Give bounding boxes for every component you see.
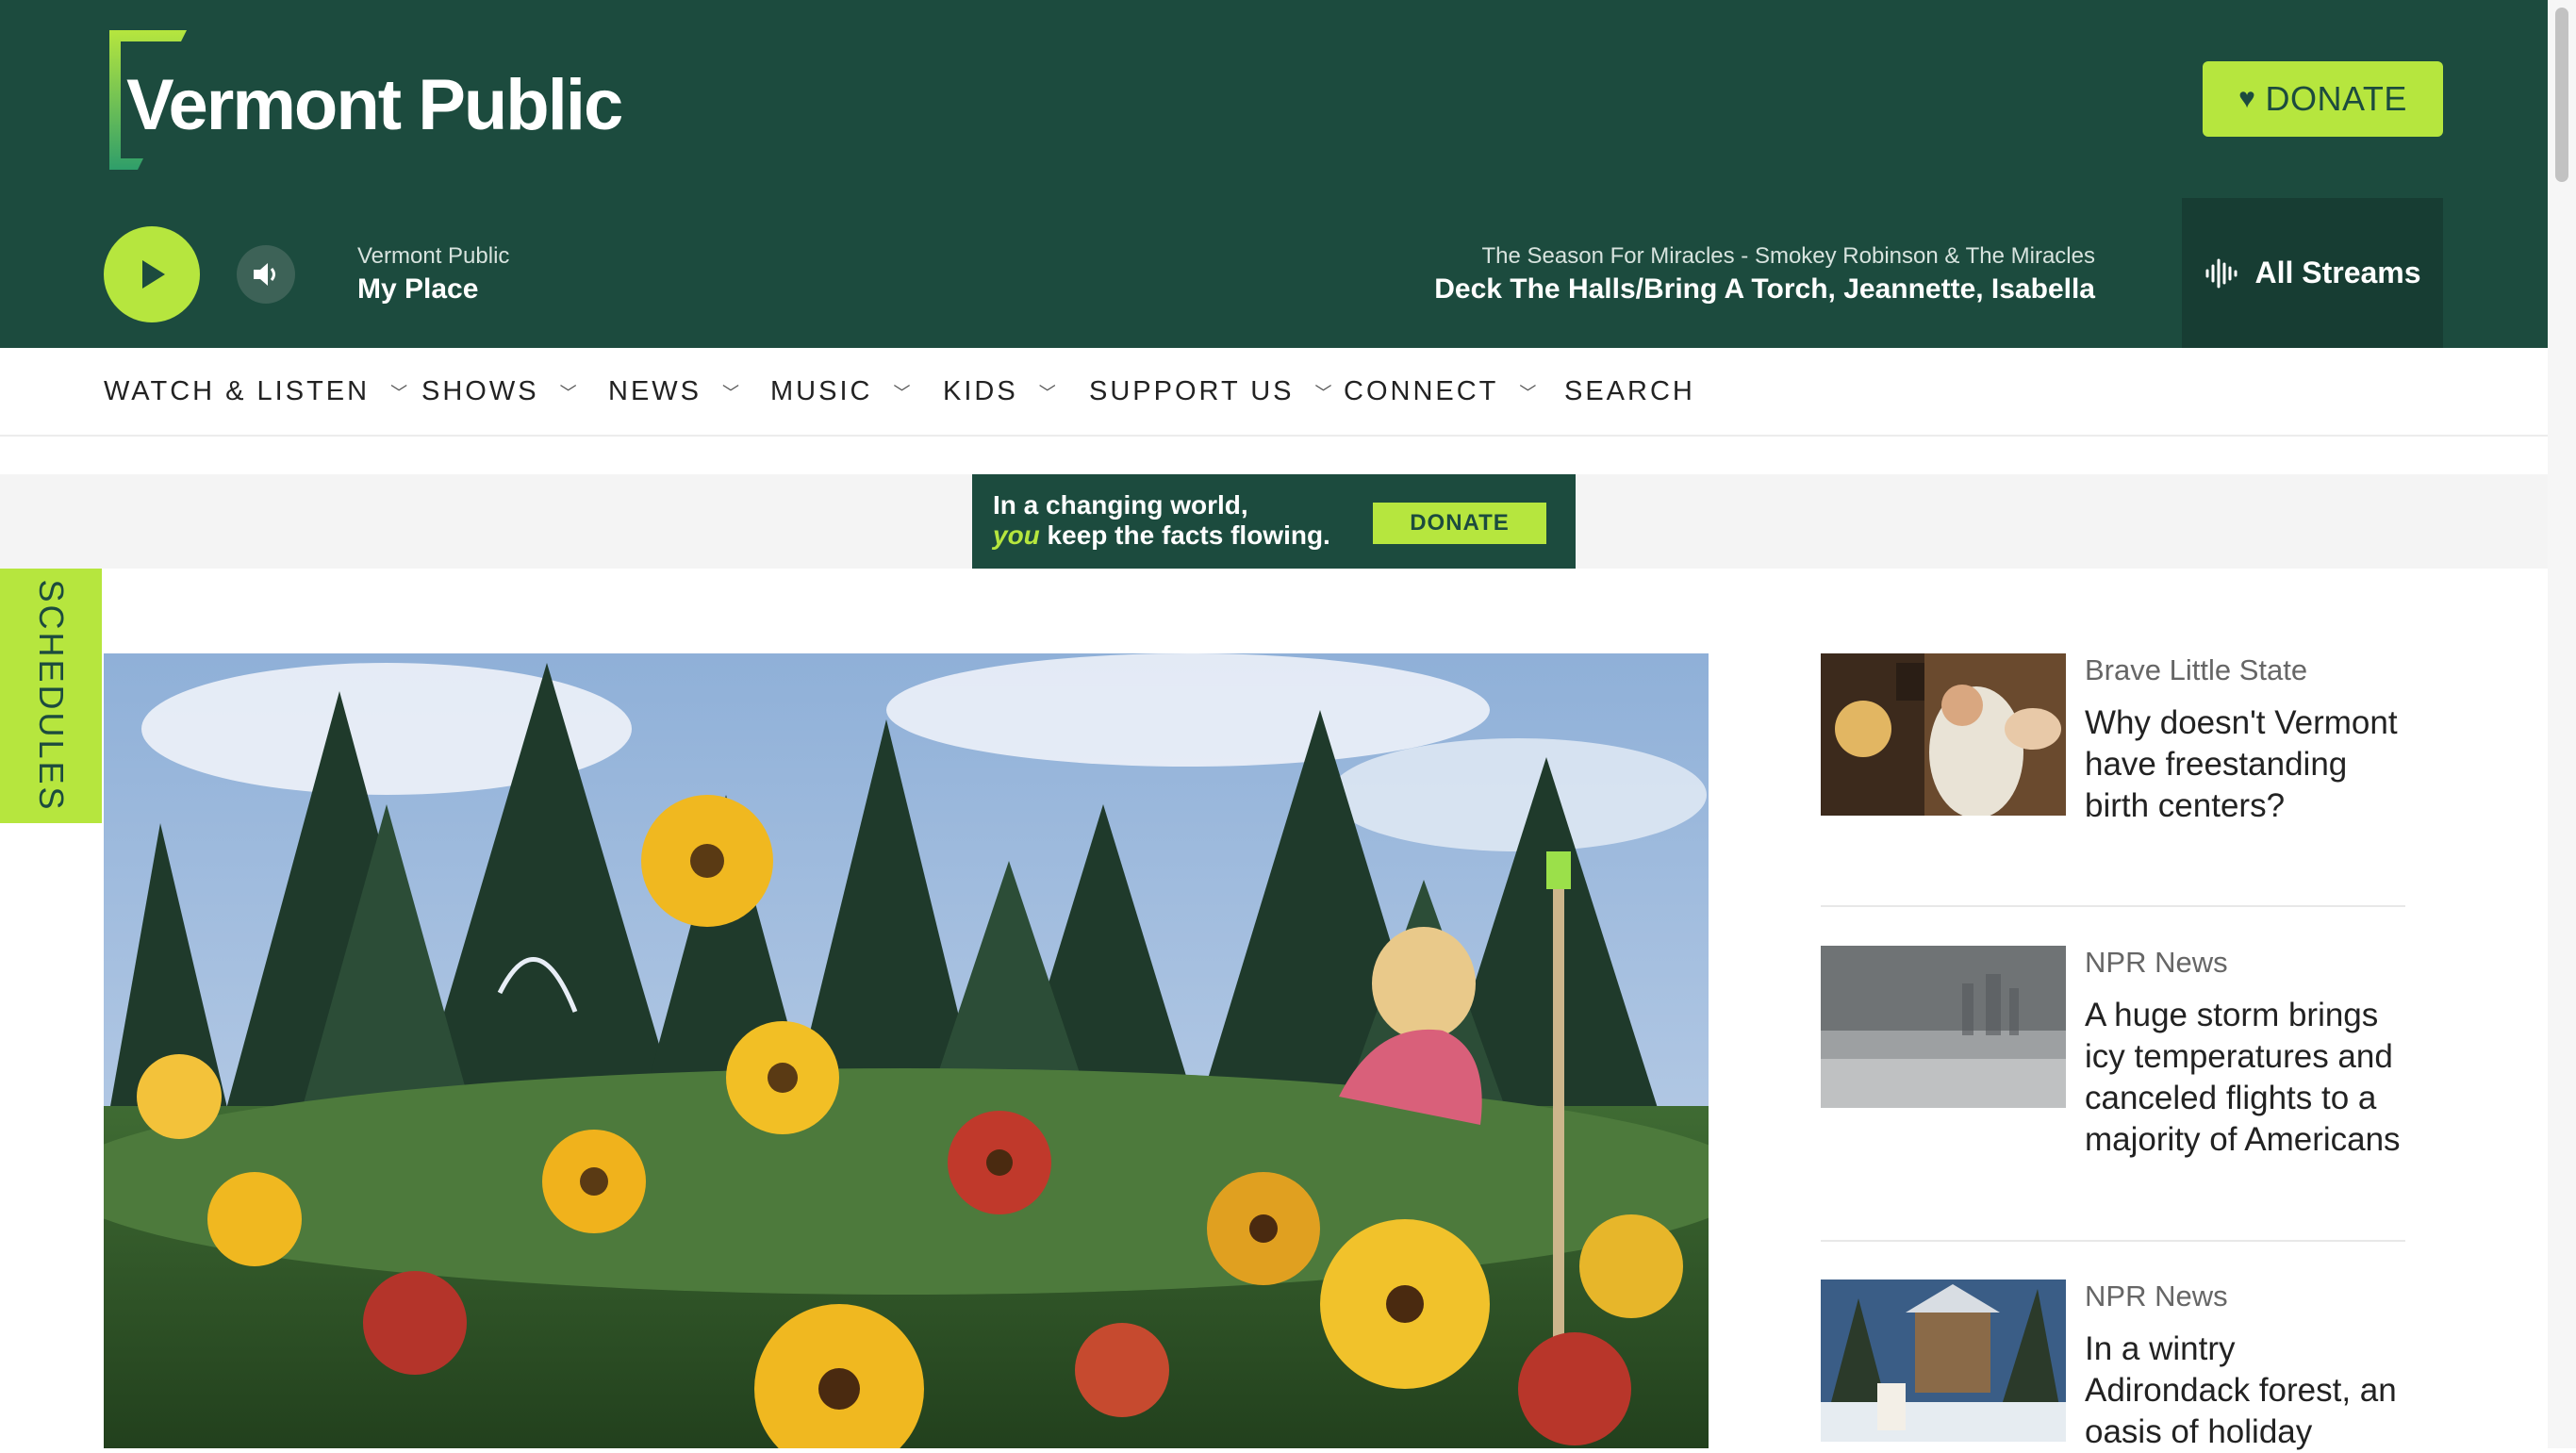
chevron-down-icon: ﹀: [893, 383, 911, 403]
flower-garden-photo: [104, 653, 1709, 1448]
all-streams-label: All Streams: [2254, 256, 2421, 289]
main-nav: WATCH & LISTEN ﹀ SHOWS ﹀ NEWS ﹀ MUSIC ﹀ …: [0, 348, 2548, 437]
nav-support-us[interactable]: SUPPORT US ﹀: [1089, 376, 1331, 407]
chevron-down-icon: ﹀: [1314, 383, 1332, 403]
scrollbar-thumb[interactable]: [2555, 8, 2568, 182]
story-tag[interactable]: NPR News: [2085, 1280, 2228, 1313]
audio-wave-icon: [2205, 258, 2237, 288]
story-tag[interactable]: Brave Little State: [2085, 653, 2307, 687]
nav-connect[interactable]: CONNECT ﹀: [1344, 376, 1536, 407]
adirondack-forest-photo: [1821, 1280, 2066, 1442]
nav-item-label: NEWS: [608, 376, 702, 406]
logo-wordmark: Vermont Public: [126, 65, 623, 145]
play-icon: [142, 260, 165, 289]
vermont-public-logo[interactable]: Vermont Public: [104, 26, 623, 173]
donate-button[interactable]: ♥ DONATE: [2203, 61, 2443, 137]
schedules-label: SCHEDULES: [32, 579, 71, 813]
speaker-icon: [254, 263, 275, 286]
nav-kids[interactable]: KIDS ﹀: [943, 376, 1056, 407]
all-streams-button[interactable]: All Streams: [2182, 198, 2443, 348]
now-playing-title: Deck The Halls/Bring A Torch, Jeannette,…: [1434, 273, 2095, 305]
chevron-down-icon: ﹀: [722, 383, 739, 403]
chevron-down-icon: ﹀: [1519, 383, 1537, 403]
story-headline[interactable]: A huge storm brings icy temperatures and…: [2085, 995, 2405, 1161]
site-header: Vermont Public ♥ DONATE Vermont Public M…: [0, 0, 2548, 348]
story-headline[interactable]: In a wintry Adirondack forest, an oasis …: [2085, 1329, 2405, 1453]
promo-line-2: you keep the facts flowing.: [993, 520, 1330, 551]
schedules-tab[interactable]: SCHEDULES: [0, 569, 102, 823]
donate-promo-banner[interactable]: In a changing world, you keep the facts …: [972, 474, 1576, 569]
chevron-down-icon: ﹀: [559, 383, 577, 403]
story-thumbnail[interactable]: [1821, 946, 2066, 1108]
storm-photo: [1821, 946, 2066, 1108]
now-playing-info: The Season For Miracles - Smokey Robinso…: [1481, 243, 2095, 269]
nav-news[interactable]: NEWS ﹀: [608, 376, 739, 407]
nav-search[interactable]: SEARCH: [1564, 376, 1695, 407]
nav-item-label: CONNECT: [1344, 376, 1499, 406]
promo-line-1: In a changing world,: [993, 490, 1248, 520]
promo-line-2-rest: keep the facts flowing.: [1039, 520, 1330, 550]
nav-item-label: SHOWS: [421, 376, 539, 406]
station-name: Vermont Public: [357, 243, 510, 269]
program-title: My Place: [357, 273, 479, 305]
story-card[interactable]: Brave Little State Why doesn't Vermont h…: [1821, 653, 2405, 880]
chevron-down-icon: ﹀: [390, 383, 408, 403]
page-scrollbar[interactable]: [2548, 0, 2576, 1448]
nav-music[interactable]: MUSIC ﹀: [770, 376, 910, 407]
story-tag[interactable]: NPR News: [2085, 946, 2228, 980]
promo-donate-button[interactable]: DONATE: [1373, 503, 1546, 544]
donate-button-label: DONATE: [2265, 79, 2407, 118]
promo-emphasis: you: [993, 520, 1040, 550]
nav-watch-listen[interactable]: WATCH & LISTEN ﹀: [104, 376, 407, 407]
hero-image[interactable]: [104, 653, 1709, 1448]
story-thumbnail[interactable]: [1821, 1280, 2066, 1442]
divider: [1821, 1240, 2405, 1242]
nav-shows[interactable]: SHOWS ﹀: [421, 376, 577, 407]
volume-button[interactable]: [237, 245, 295, 304]
heart-icon: ♥: [2238, 83, 2256, 114]
story-thumbnail[interactable]: [1821, 653, 2066, 816]
nav-item-label: SUPPORT US: [1089, 376, 1295, 406]
nav-item-label: WATCH & LISTEN: [104, 376, 371, 406]
nav-item-label: KIDS: [943, 376, 1018, 406]
story-headline[interactable]: Why doesn't Vermont have freestanding bi…: [2085, 702, 2405, 827]
mother-baby-photo: [1821, 653, 2066, 816]
nav-item-label: MUSIC: [770, 376, 873, 406]
play-button[interactable]: [104, 226, 200, 322]
story-card[interactable]: NPR News A huge storm brings icy tempera…: [1821, 946, 2405, 1229]
chevron-down-icon: ﹀: [1038, 383, 1056, 403]
story-card[interactable]: NPR News In a wintry Adirondack forest, …: [1821, 1280, 2405, 1450]
divider: [1821, 905, 2405, 907]
nav-item-label: SEARCH: [1564, 376, 1695, 406]
